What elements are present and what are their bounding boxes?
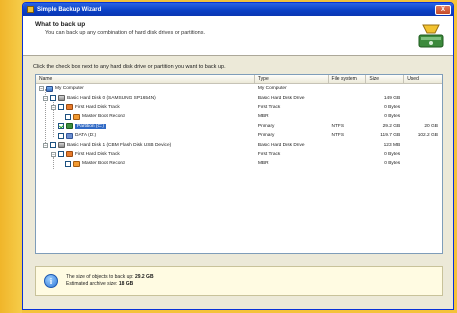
- row-type: MBR: [257, 114, 269, 120]
- row-size: 119.7 GB: [380, 133, 401, 139]
- backup-wizard-icon: [418, 24, 444, 48]
- column-header-name[interactable]: Name: [36, 75, 255, 83]
- archive-size-label: Estimated archive size:: [66, 281, 118, 287]
- row-size: 123 MB: [383, 142, 401, 148]
- mbr-checkbox[interactable]: [65, 160, 71, 167]
- objects-size-line: The size of objects to back up: 29.2 GB: [66, 274, 154, 281]
- page-title: What to back up: [35, 21, 86, 28]
- disk-track-icon: [66, 151, 73, 158]
- first-track-checkbox[interactable]: [58, 151, 64, 158]
- table-row[interactable]: DATA (D:) Primary NTFS 119.7 GB 102.2 GB: [36, 131, 442, 140]
- objects-size-value: 29.2 GB: [134, 274, 154, 280]
- table-row[interactable]: Master Boot Record MBR 0 Bytes: [36, 159, 442, 168]
- row-name: First Hard Disk Track: [75, 104, 120, 110]
- row-name: Basic Hard Disk 0 (SAMSUNG SP1654N): [67, 95, 156, 101]
- first-track-checkbox[interactable]: [58, 104, 64, 111]
- row-name: Partition (C:): [75, 123, 106, 129]
- disk-0-checkbox[interactable]: [50, 95, 56, 102]
- row-used: 102.2 GB: [417, 133, 438, 139]
- archive-size-line: Estimated archive size: 18 GB: [66, 281, 154, 288]
- collapse-toggle[interactable]: −: [43, 95, 48, 101]
- column-header-file-system[interactable]: File system: [329, 75, 367, 83]
- row-type: Basic Hard Disk Drive: [257, 95, 305, 101]
- partition-icon: [66, 123, 73, 130]
- table-row[interactable]: − First Hard Disk Track First Track 0 By…: [36, 103, 442, 112]
- hard-disk-icon: [58, 142, 65, 149]
- row-name: My Computer: [55, 86, 84, 92]
- row-size: 149 GB: [383, 95, 401, 101]
- row-type: Primary: [257, 133, 275, 139]
- column-header-used[interactable]: Used: [404, 75, 442, 83]
- mbr-icon: [73, 160, 80, 167]
- row-type: MBR: [257, 161, 269, 167]
- row-file-system: NTFS: [331, 133, 345, 139]
- table-row[interactable]: − Basic Hard Disk 0 (SAMSUNG SP1654N) Ba…: [36, 93, 442, 102]
- partition-c-checkbox[interactable]: [58, 123, 64, 130]
- partition-d-checkbox[interactable]: [58, 132, 64, 139]
- hard-disk-icon: [58, 95, 65, 102]
- info-icon: i: [44, 274, 58, 288]
- title-bar: Simple Backup Wizard X: [23, 3, 453, 16]
- row-name: First Hard Disk Track: [75, 151, 120, 157]
- row-type: Basic Hard Disk Drive: [257, 142, 305, 148]
- row-name: Basic Hard Disk 1 (CBM Flash Disk USB De…: [67, 142, 172, 148]
- disk-1-checkbox[interactable]: [50, 142, 56, 149]
- row-name: DATA (D:): [75, 133, 97, 139]
- mbr-icon: [73, 113, 80, 120]
- collapse-toggle[interactable]: −: [39, 86, 44, 92]
- disk-track-icon: [66, 104, 73, 111]
- row-type: First Track: [257, 104, 281, 110]
- app-icon: [27, 6, 34, 13]
- row-used: 20 GB: [424, 123, 438, 129]
- table-row[interactable]: Partition (C:) Primary NTFS 29.2 GB 20 G…: [36, 122, 442, 131]
- collapse-toggle[interactable]: −: [43, 142, 48, 148]
- table-row[interactable]: Master Boot Record MBR 0 Bytes: [36, 112, 442, 121]
- wizard-header: What to back up You can back up any comb…: [23, 16, 453, 56]
- row-size: 29.2 GB: [382, 123, 401, 129]
- collapse-toggle[interactable]: −: [51, 151, 56, 157]
- row-type: My Computer: [257, 86, 287, 92]
- objects-size-label: The size of objects to back up:: [66, 274, 134, 280]
- archive-size-value: 18 GB: [118, 281, 134, 287]
- table-row[interactable]: − My Computer My Computer: [36, 84, 442, 93]
- table-row[interactable]: − Basic Hard Disk 1 (CBM Flash Disk USB …: [36, 140, 442, 149]
- row-type: Primary: [257, 123, 275, 129]
- disk-tree-grid[interactable]: Name Type File system Size Used − My Com…: [35, 74, 443, 254]
- computer-icon: [46, 85, 53, 92]
- table-row[interactable]: − First Hard Disk Track First Track 0 By…: [36, 150, 442, 159]
- instruction-text: Click the check box next to any hard dis…: [33, 64, 226, 70]
- window-title: Simple Backup Wizard: [37, 6, 102, 13]
- row-name: Master Boot Record: [82, 161, 125, 167]
- row-name: Master Boot Record: [82, 114, 125, 120]
- row-type: First Track: [257, 151, 281, 157]
- collapse-toggle[interactable]: −: [51, 104, 56, 110]
- grid-header: Name Type File system Size Used: [36, 75, 442, 84]
- row-size: 0 Bytes: [384, 104, 401, 110]
- row-size: 0 Bytes: [384, 114, 401, 120]
- data-partition-icon: [66, 132, 73, 139]
- wizard-window: Simple Backup Wizard X What to back up Y…: [22, 2, 454, 310]
- row-size: 0 Bytes: [384, 161, 401, 167]
- page-background: [0, 0, 22, 313]
- column-header-type[interactable]: Type: [255, 75, 329, 83]
- backup-size-summary: i The size of objects to back up: 29.2 G…: [35, 266, 443, 296]
- page-subtitle: You can back up any combination of hard …: [45, 30, 205, 36]
- close-button[interactable]: X: [435, 4, 451, 15]
- row-file-system: NTFS: [331, 123, 345, 129]
- mbr-checkbox[interactable]: [65, 113, 71, 120]
- column-header-size[interactable]: Size: [366, 75, 405, 83]
- row-size: 0 Bytes: [384, 151, 401, 157]
